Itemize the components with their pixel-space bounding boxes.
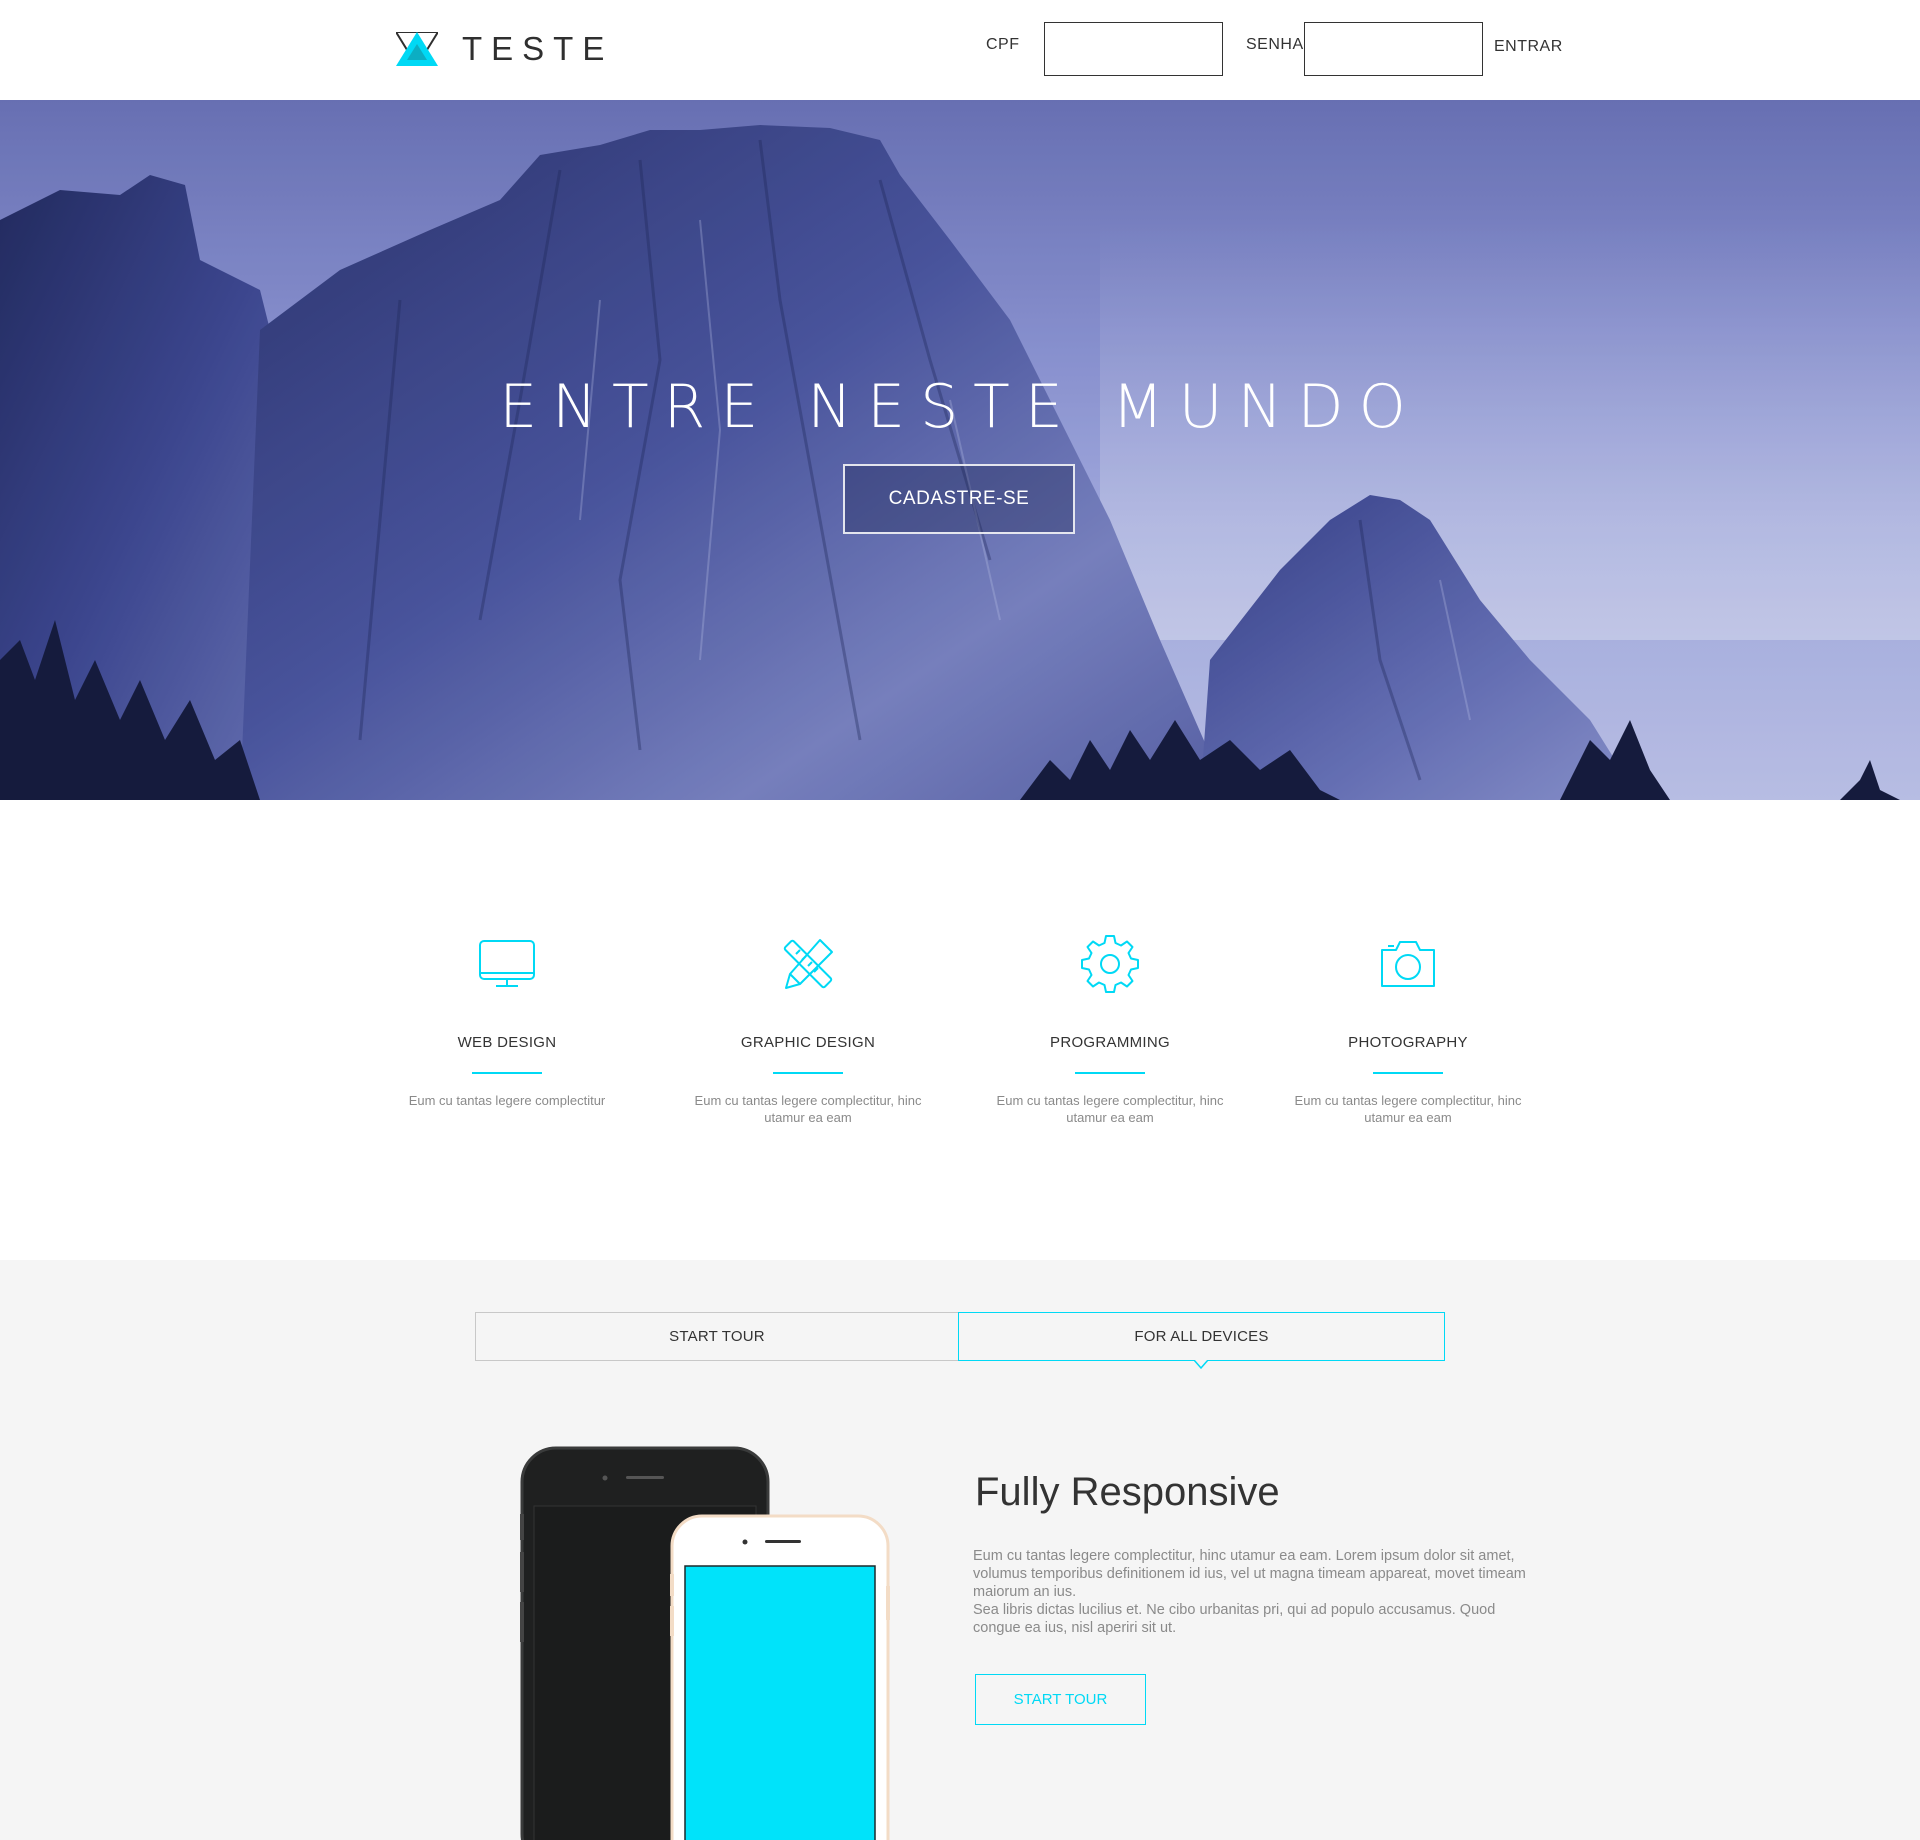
service-description: Eum cu tantas legere complectitur	[408, 1093, 606, 1108]
feature-title: Fully Responsive	[975, 1470, 1280, 1514]
service-title: PHOTOGRAPHY	[1348, 1034, 1468, 1051]
monitor-icon	[479, 940, 535, 987]
service-description: Eum cu tantas legere complectitur, hinc …	[694, 1093, 922, 1125]
feature-paragraph: Sea libris dictas lucilius et. Ne cibo u…	[973, 1602, 1496, 1636]
logo[interactable]: TESTE	[396, 32, 613, 66]
service-divider	[1075, 1072, 1145, 1074]
feature-paragraph: Eum cu tantas legere complectitur, hinc …	[973, 1548, 1526, 1600]
tab-start-tour[interactable]: START TOUR	[475, 1312, 959, 1361]
service-title: PROGRAMMING	[1050, 1034, 1170, 1051]
phones-illustration	[520, 1446, 890, 1840]
service-divider	[773, 1072, 843, 1074]
service-description: Eum cu tantas legere complectitur, hinc …	[1294, 1093, 1522, 1125]
service-title: WEB DESIGN	[457, 1034, 557, 1051]
mountain-landscape-image	[0, 100, 1920, 800]
cpf-input[interactable]	[1044, 22, 1223, 76]
tab-for-all-devices[interactable]: FOR ALL DEVICES	[958, 1312, 1445, 1361]
services-section: WEB DESIGN Eum cu tantas legere complect…	[0, 800, 1920, 1260]
feature-description: Eum cu tantas legere complectitur, hinc …	[973, 1547, 1533, 1637]
start-tour-button[interactable]: START TOUR	[975, 1674, 1146, 1725]
site-header: TESTE CPF SENHA ENTRAR	[0, 0, 1920, 100]
service-divider	[472, 1072, 542, 1074]
entrar-button[interactable]: ENTRAR	[1494, 38, 1563, 56]
hero-banner: ENTRE NESTE MUNDO CADASTRE-SE	[0, 100, 1920, 800]
tour-section: START TOUR FOR ALL DEVICES Fully Respons…	[0, 1260, 1920, 1840]
service-title: GRAPHIC DESIGN	[740, 1034, 876, 1051]
active-tab-caret-icon	[1194, 1360, 1208, 1370]
service-divider	[1373, 1072, 1443, 1074]
logo-mark-icon	[396, 32, 438, 66]
gear-icon	[1081, 935, 1139, 993]
pencil-ruler-icon	[783, 939, 833, 989]
cpf-label: CPF	[986, 36, 1020, 53]
senha-input[interactable]	[1304, 22, 1483, 76]
camera-icon	[1381, 941, 1435, 987]
cadastre-se-button[interactable]: CADASTRE-SE	[843, 464, 1075, 534]
service-description: Eum cu tantas legere complectitur, hinc …	[996, 1093, 1224, 1125]
senha-label: SENHA	[1246, 36, 1304, 53]
hero-title: ENTRE NESTE MUNDO	[499, 372, 1421, 442]
light-phone-icon	[670, 1514, 890, 1840]
brand-name: TESTE	[462, 30, 614, 67]
